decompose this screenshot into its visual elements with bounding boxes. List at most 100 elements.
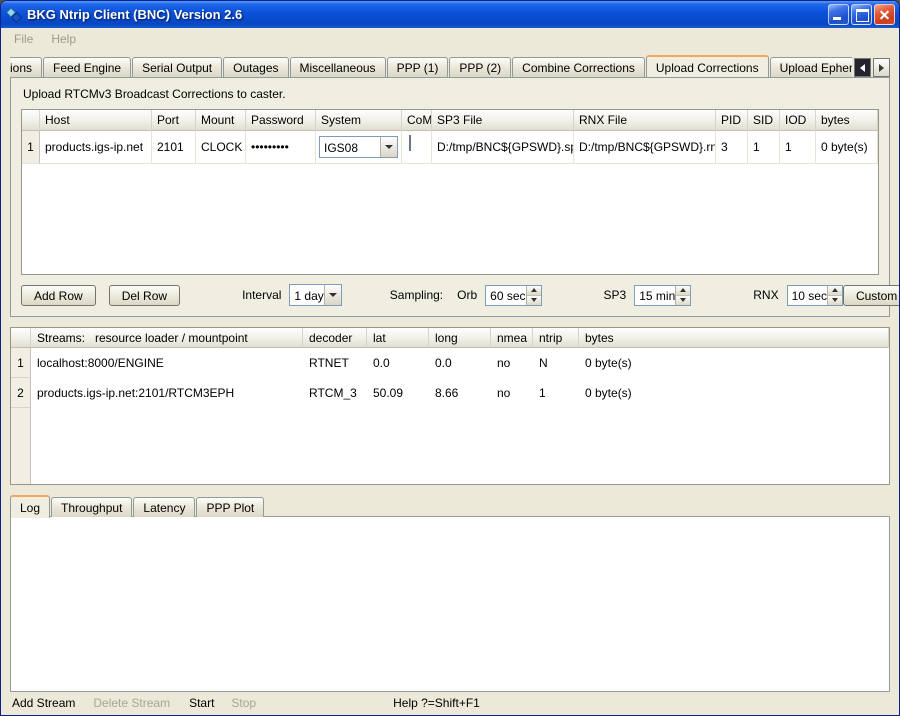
column-header-iod: IOD — [780, 110, 816, 131]
tab-bar: rections Feed Engine Serial Output Outag… — [10, 54, 890, 77]
com-checkbox[interactable] — [409, 135, 411, 151]
column-header-bytes: bytes — [579, 328, 889, 348]
spin-up-button[interactable] — [676, 286, 690, 296]
column-header-long: long — [429, 328, 491, 348]
tab-ppp-plot[interactable]: PPP Plot — [196, 497, 264, 517]
upload-table-header-row: Host Port Mount Password System CoM SP3 … — [22, 110, 878, 131]
custom-trafo-button[interactable]: Custom Trafo — [843, 285, 900, 306]
mountpoint-cell[interactable]: products.igs-ip.net:2101/RTCM3EPH — [31, 378, 303, 408]
column-header-lat: lat — [367, 328, 429, 348]
add-stream-action[interactable]: Add Stream — [12, 696, 75, 710]
interval-combobox[interactable]: 1 day — [289, 284, 341, 306]
port-cell[interactable]: 2101 — [152, 131, 196, 164]
bottom-tab-bar: Log Throughput Latency PPP Plot — [10, 495, 890, 517]
arrow-down-icon — [832, 298, 838, 302]
long-cell[interactable]: 0.0 — [429, 348, 491, 378]
arrow-down-icon — [531, 298, 537, 302]
decoder-cell[interactable]: RTNET — [303, 348, 367, 378]
del-row-button[interactable]: Del Row — [109, 285, 180, 306]
tab-upload-ephemeris[interactable]: Upload Ephemeris — [770, 57, 852, 77]
spin-up-button[interactable] — [527, 286, 541, 296]
rnx-file-cell[interactable]: D:/tmp/BNC${GPSWD}.rnx — [574, 131, 716, 164]
decoder-cell[interactable]: RTCM_3 — [303, 378, 367, 408]
orb-label: Orb — [457, 288, 477, 302]
rnx-spinbox[interactable]: 10 sec — [787, 285, 843, 306]
tab-throughput[interactable]: Throughput — [51, 497, 132, 517]
column-header-decoder: decoder — [303, 328, 367, 348]
host-cell[interactable]: products.igs-ip.net — [40, 131, 152, 164]
chevron-down-icon — [385, 145, 393, 149]
long-cell[interactable]: 8.66 — [429, 378, 491, 408]
maximize-button[interactable] — [851, 4, 872, 25]
sp3-spinbox[interactable]: 15 min — [634, 285, 691, 306]
main-content: rections Feed Engine Serial Output Outag… — [1, 50, 899, 692]
spin-down-button[interactable] — [527, 296, 541, 305]
nmea-cell[interactable]: no — [491, 378, 533, 408]
log-area[interactable] — [10, 516, 890, 692]
iod-cell[interactable]: 1 — [780, 131, 816, 164]
corner-header-cell — [11, 328, 31, 348]
system-cell: IGS08 — [316, 131, 402, 164]
chevron-down-icon — [329, 293, 337, 297]
tab-miscellaneous[interactable]: Miscellaneous — [290, 57, 386, 77]
window-title: BKG Ntrip Client (BNC) Version 2.6 — [27, 7, 828, 22]
mount-cell[interactable]: CLOCK — [196, 131, 246, 164]
tab-outages[interactable]: Outages — [223, 57, 288, 77]
tab-ppp-1[interactable]: PPP (1) — [387, 57, 449, 77]
arrow-down-icon — [680, 298, 686, 302]
tab-feed-engine[interactable]: Feed Engine — [43, 57, 131, 77]
arrow-up-icon — [680, 288, 686, 292]
arrow-left-icon — [860, 64, 865, 72]
pid-cell[interactable]: 3 — [716, 131, 748, 164]
password-cell[interactable]: ••••••••• — [246, 131, 316, 164]
combobox-dropdown-button[interactable] — [324, 285, 341, 305]
sp3-label: SP3 — [604, 288, 627, 302]
menu-file[interactable]: File — [5, 30, 42, 48]
tab-latency[interactable]: Latency — [133, 497, 195, 517]
tab-serial-output[interactable]: Serial Output — [132, 57, 222, 77]
stream-row[interactable]: 1 localhost:8000/ENGINE RTNET 0.0 0.0 no… — [11, 348, 889, 378]
menu-help[interactable]: Help — [42, 30, 85, 48]
minimize-button[interactable] — [828, 4, 849, 25]
system-combobox[interactable]: IGS08 — [319, 136, 398, 158]
stop-action[interactable]: Stop — [231, 696, 256, 710]
close-button[interactable] — [874, 4, 895, 25]
rnx-spinbox-value: 10 sec — [788, 286, 827, 305]
tab-log[interactable]: Log — [10, 495, 50, 518]
nmea-cell[interactable]: no — [491, 348, 533, 378]
tab-upload-corrections[interactable]: Upload Corrections — [646, 55, 769, 77]
column-header-port: Port — [152, 110, 196, 131]
add-row-button[interactable]: Add Row — [21, 285, 96, 306]
streams-table-empty-area — [11, 408, 889, 484]
spin-up-button[interactable] — [828, 286, 842, 296]
tab-corrections[interactable]: rections — [10, 57, 42, 77]
titlebar[interactable]: BKG Ntrip Client (BNC) Version 2.6 — [1, 1, 899, 28]
spin-down-button[interactable] — [676, 296, 690, 305]
rnx-label: RNX — [753, 288, 778, 302]
ntrip-cell[interactable]: N — [533, 348, 579, 378]
start-action[interactable]: Start — [189, 696, 214, 710]
tab-scroll-left-button[interactable] — [854, 58, 871, 77]
sp3-file-cell[interactable]: D:/tmp/BNC${GPSWD}.sp3 — [432, 131, 574, 164]
spin-down-button[interactable] — [828, 296, 842, 305]
column-header-pid: PID — [716, 110, 748, 131]
column-header-ntrip: ntrip — [533, 328, 579, 348]
tab-scroll-right-button[interactable] — [873, 58, 890, 77]
interval-label: Interval — [242, 288, 281, 302]
mountpoint-cell[interactable]: localhost:8000/ENGINE — [31, 348, 303, 378]
tab-ppp-2[interactable]: PPP (2) — [449, 57, 511, 77]
combobox-dropdown-button[interactable] — [380, 137, 397, 157]
column-header-com: CoM — [402, 110, 432, 131]
delete-stream-action[interactable]: Delete Stream — [93, 696, 170, 710]
sid-cell[interactable]: 1 — [748, 131, 780, 164]
ntrip-cell[interactable]: 1 — [533, 378, 579, 408]
lat-cell[interactable]: 50.09 — [367, 378, 429, 408]
tab-combine-corrections[interactable]: Combine Corrections — [512, 57, 645, 77]
streams-empty-rest — [31, 408, 889, 484]
stream-row[interactable]: 2 products.igs-ip.net:2101/RTCM3EPH RTCM… — [11, 378, 889, 408]
upload-table: Host Port Mount Password System CoM SP3 … — [21, 109, 879, 275]
orb-spinbox[interactable]: 60 sec — [485, 285, 541, 306]
status-bar: Add Stream Delete Stream Start Stop Help… — [1, 691, 899, 715]
column-header-sid: SID — [748, 110, 780, 131]
lat-cell[interactable]: 0.0 — [367, 348, 429, 378]
